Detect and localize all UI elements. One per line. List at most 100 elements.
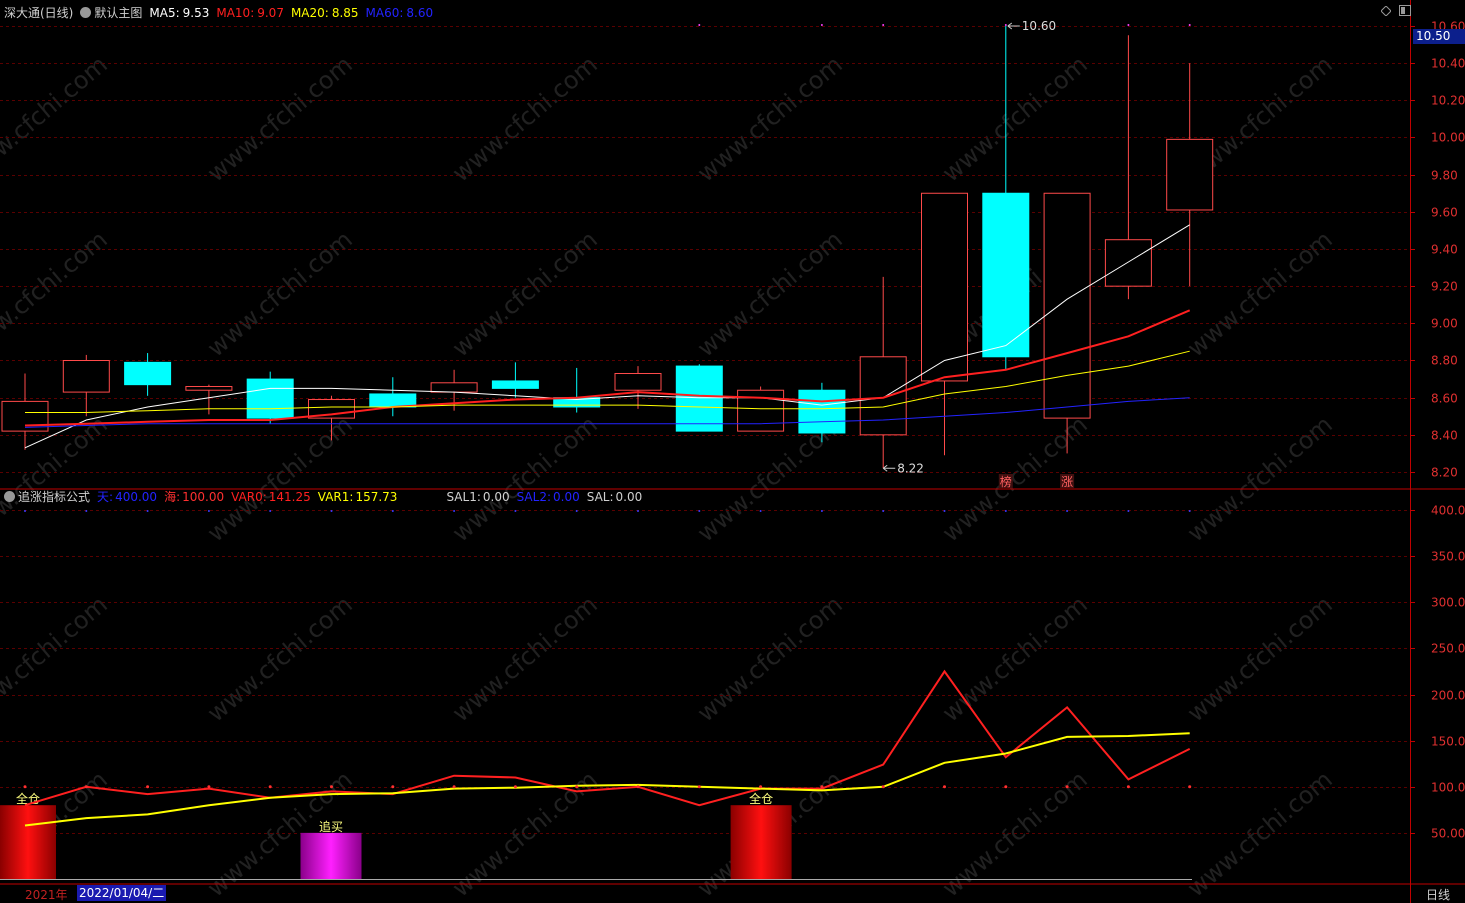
hai-readout: 海: 100.00 [164, 490, 224, 504]
sal1-readout: SAL1: 0.00 [446, 490, 509, 504]
hai-dot [1126, 785, 1130, 789]
hai-dot [1188, 785, 1192, 789]
tian-dot [146, 510, 149, 512]
tian-dot [820, 510, 823, 512]
hai-dot [697, 785, 701, 789]
candle-body [124, 361, 172, 386]
price-tick-label: 9.40 [1431, 243, 1458, 257]
chart-canvas[interactable]: www.cfchi.com www.cfchi.com www.cfchi.com w… [0, 0, 1465, 903]
candle [982, 26, 1030, 370]
sal-readout: SAL: 0.00 [587, 490, 643, 504]
watermark-text: www.cfchi.com [937, 590, 1093, 727]
candle-body [1166, 138, 1214, 211]
price-tick-label: 10.00 [1431, 131, 1465, 145]
price-tick-label: 8.60 [1431, 392, 1458, 406]
tian-dot [24, 510, 26, 512]
var0-readout: VAR0: 141.25 [231, 490, 311, 504]
current-price-badge: 10.50 [1413, 29, 1465, 44]
ma20-readout: MA20: 8.85 [291, 6, 359, 20]
candle [1, 373, 49, 450]
panel-toggle-icon[interactable] [1399, 5, 1411, 16]
indicator-header: 追涨指标公式 天: 400.00 海: 100.00 VAR0: 141.25 VAR1: 15… [4, 487, 649, 507]
ma10-readout: MA10: 9.07 [216, 6, 284, 20]
indicator-tick-label: 400.0 [1431, 504, 1465, 518]
ma20-label: MA20: [290, 6, 329, 20]
candle-body [982, 192, 1030, 358]
hai-label: 海: [164, 490, 181, 504]
candle-body [1043, 192, 1091, 419]
stock-title[interactable]: 深大通(日线) [4, 6, 73, 20]
price-tick-label: 9.80 [1431, 169, 1458, 183]
tian-dot [514, 510, 517, 512]
hai-dot [452, 785, 456, 789]
watermark-text: www.cfchi.com [447, 50, 603, 187]
hai-dot [268, 785, 272, 789]
candle [62, 354, 110, 417]
candle [1166, 63, 1214, 287]
watermark-text: www.cfchi.com [1182, 225, 1338, 362]
top-dot [698, 24, 701, 26]
hai-dot [330, 785, 333, 789]
sal2-label: SAL2: [516, 490, 552, 504]
var1-line [24, 732, 1190, 827]
watermark-text: www.cfchi.com [202, 410, 358, 547]
watermark-text: www.cfchi.com [447, 590, 603, 727]
var1-label: VAR1: [317, 490, 354, 504]
candle [859, 276, 907, 469]
indicator-title[interactable]: 追涨指标公式 [18, 490, 90, 504]
tian-dot [391, 510, 394, 512]
candle-body [185, 386, 233, 391]
ma5-label: MA5: [149, 6, 180, 20]
candle [124, 353, 172, 396]
watermark-text: www.cfchi.com [1182, 410, 1338, 547]
signal-bar [730, 805, 792, 879]
formula-menu-icon[interactable] [80, 7, 92, 18]
diamond-toggle-icon[interactable] [1380, 5, 1392, 17]
tian-dot [1127, 510, 1130, 512]
ma5-value: 9.53 [182, 6, 210, 20]
top-dot [1188, 24, 1191, 26]
sal-value: 0.00 [615, 490, 643, 504]
period-label[interactable]: 日线 [1426, 886, 1450, 903]
indicator-menu-icon[interactable] [4, 491, 15, 502]
var1-value: 157.73 [355, 490, 398, 504]
candle [798, 382, 846, 443]
formula-name[interactable]: 默认主图 [94, 6, 142, 20]
candle-body [491, 380, 539, 389]
tian-dot [759, 510, 762, 512]
signal-label: 追买 [319, 819, 343, 834]
watermark-text: www.cfchi.com [202, 590, 358, 727]
hai-dot [23, 785, 27, 789]
watermark-text: www.cfchi.com [0, 590, 113, 727]
time-axis-bar: 2021年 2022/01/04/二 日线 [0, 884, 1465, 903]
price-tick-label: 9.20 [1431, 280, 1458, 294]
top-dot [882, 24, 885, 26]
top-dot [1127, 24, 1130, 26]
ma60-readout: MA60: 8.60 [366, 6, 434, 20]
candle-body [430, 382, 478, 393]
ma60-value: 8.60 [406, 6, 434, 20]
signal-bar [0, 805, 56, 879]
watermark-text: www.cfchi.com [0, 225, 113, 362]
top-dot [1004, 24, 1007, 26]
candle [185, 384, 233, 415]
candle-body [1104, 239, 1152, 287]
tian-dot [882, 510, 885, 512]
current-date-label[interactable]: 2022/01/04/二 [77, 885, 167, 901]
tian-dot [330, 510, 333, 512]
candle [1104, 35, 1152, 300]
watermark-text: www.cfchi.com [447, 225, 603, 362]
tian-dot [698, 510, 701, 512]
indicator-tick-label: 50.00 [1431, 827, 1465, 841]
candle-body [246, 378, 294, 419]
tian-value: 400.00 [115, 490, 158, 504]
ma5-readout: MA5: 9.53 [149, 6, 209, 20]
price-tick-label: 8.40 [1431, 429, 1458, 443]
hai-dot [881, 785, 885, 789]
hai-dot [84, 785, 88, 789]
tian-dot [453, 510, 456, 512]
price-axis: 10.6010.4010.2010.009.809.609.409.209.00… [1410, 20, 1465, 841]
price-tick-label: 10.40 [1431, 57, 1465, 71]
tian-label: 天: [97, 490, 114, 504]
indicator-tick-label: 150.0 [1431, 735, 1465, 749]
